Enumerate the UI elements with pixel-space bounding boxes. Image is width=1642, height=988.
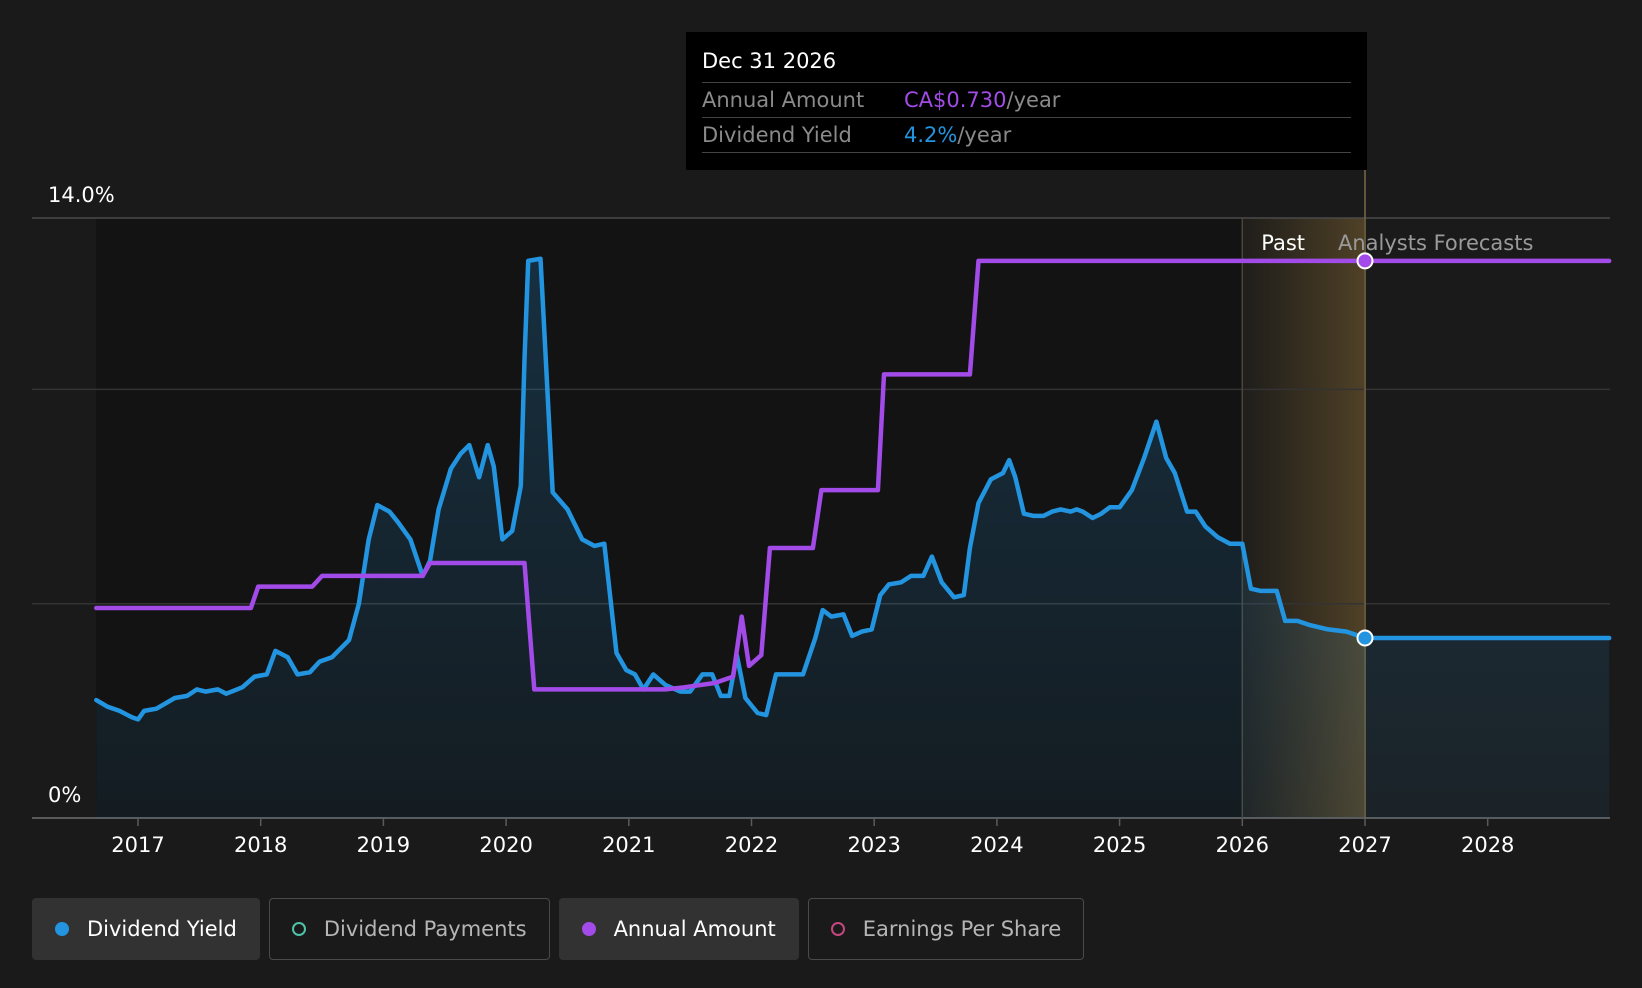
y-tick-max: 14.0% <box>48 183 115 207</box>
tooltip-row-dividend-yield: Dividend Yield 4.2%/year <box>702 118 1351 153</box>
tooltip-label: Dividend Yield <box>702 123 852 147</box>
x-tick-label: 2028 <box>1461 833 1514 857</box>
tooltip-value: 4.2%/year <box>904 118 1011 152</box>
legend-label: Dividend Yield <box>87 917 237 941</box>
legend-dot-icon <box>581 922 596 936</box>
x-tick-label: 2018 <box>234 833 287 857</box>
tooltip-unit: /year <box>957 123 1012 147</box>
legend-label: Annual Amount <box>613 917 776 941</box>
x-tick-label: 2022 <box>725 833 778 857</box>
x-tick-label: 2021 <box>602 833 655 857</box>
legend-label: Earnings Per Share <box>862 917 1062 941</box>
x-tick-label: 2027 <box>1338 833 1391 857</box>
tooltip-row-annual-amount: Annual Amount CA$0.730/year <box>702 83 1351 118</box>
x-tick-label: 2020 <box>479 833 532 857</box>
tooltip-date: Dec 31 2026 <box>702 46 1351 83</box>
legend-dividend-payments[interactable]: Dividend Payments <box>268 898 550 960</box>
legend-label: Dividend Payments <box>323 917 527 941</box>
tooltip-amount-value: CA$0.730 <box>904 88 1007 112</box>
past-label: Past <box>1261 231 1305 255</box>
annual-amount-marker <box>1356 252 1374 270</box>
tooltip: Dec 31 2026 Annual Amount CA$0.730/year … <box>686 32 1367 170</box>
x-tick-label: 2017 <box>111 833 164 857</box>
legend-earnings-per-share[interactable]: Earnings Per Share <box>807 898 1085 960</box>
y-tick-zero: 0% <box>48 783 81 807</box>
tooltip-label: Annual Amount <box>702 88 865 112</box>
x-tick-label: 2024 <box>970 833 1023 857</box>
legend-dot-icon <box>55 922 69 936</box>
forecast-label: Analysts Forecasts <box>1338 231 1533 255</box>
dividend-yield-marker <box>1356 629 1374 647</box>
tooltip-yield-value: 4.2% <box>904 123 958 147</box>
x-tick-label: 2026 <box>1216 833 1269 857</box>
legend-dot-icon <box>830 922 845 936</box>
legend-dot-icon <box>291 922 306 936</box>
legend-annual-amount[interactable]: Annual Amount <box>558 898 799 960</box>
x-tick-label: 2023 <box>847 833 900 857</box>
tooltip-unit: /year <box>1006 88 1061 112</box>
legend: Dividend Yield Dividend Payments Annual … <box>32 898 1093 960</box>
x-tick-label: 2019 <box>357 833 410 857</box>
legend-dividend-yield[interactable]: Dividend Yield <box>32 898 260 960</box>
x-tick-label: 2025 <box>1093 833 1146 857</box>
tooltip-value: CA$0.730/year <box>904 83 1060 117</box>
